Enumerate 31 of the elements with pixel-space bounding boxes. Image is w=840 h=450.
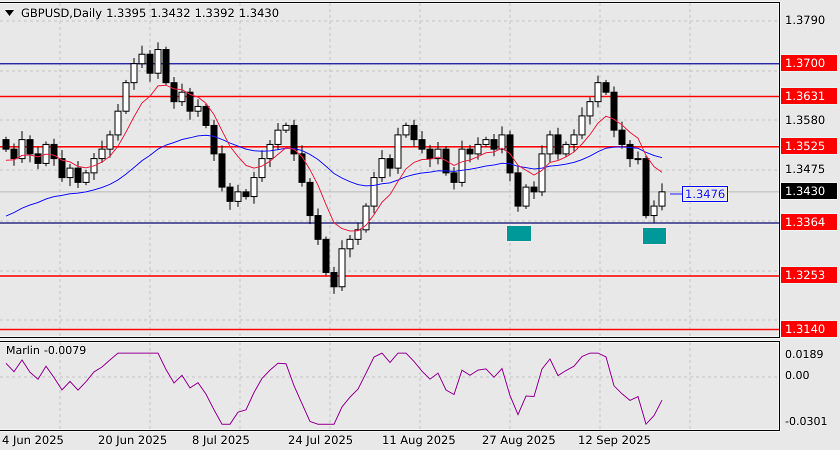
price-value: 1.3392 [194,6,235,20]
price-value: 1.3432 [150,6,191,20]
highlight-marker [643,228,666,244]
indicator-tick: 0.0189 [785,347,824,363]
date-label: 8 Jul 2025 [192,433,250,447]
date-label: 27 Aug 2025 [482,433,556,447]
price-tick: 1.3475 [785,161,826,178]
level-price-label: 1.3631 [781,88,837,104]
symbol-label: GBPUSD,Daily [21,6,102,20]
level-price-label: 1.3525 [781,138,837,154]
highlight-marker [507,226,531,241]
level-price-label: 1.3140 [781,320,837,336]
current-price-label: 1.3430 [781,182,837,199]
indicator-name: Marlin [6,344,40,357]
indicator-value: -0.0079 [44,344,86,357]
level-price-label: 1.3700 [781,54,837,71]
dropdown-icon[interactable] [5,10,14,16]
date-label: 12 Sep 2025 [578,433,651,447]
price-tick: 1.3790 [785,12,826,28]
level-price-label: 1.3364 [781,214,837,230]
indicator-tick: -0.0301 [785,414,828,430]
indicator-tick: 0.00 [785,368,810,384]
ma-value-label: 1.3476 [682,186,728,202]
price-value: 1.3395 [106,6,146,20]
price-tick: 1.3580 [785,112,826,128]
price-value: 1.3430 [238,6,280,20]
date-label: 11 Aug 2025 [382,433,456,447]
date-label: 4 Jun 2025 [2,433,64,447]
date-label: 24 Jul 2025 [288,433,354,447]
date-label: 20 Jun 2025 [98,433,168,447]
level-price-label: 1.3253 [781,267,837,283]
